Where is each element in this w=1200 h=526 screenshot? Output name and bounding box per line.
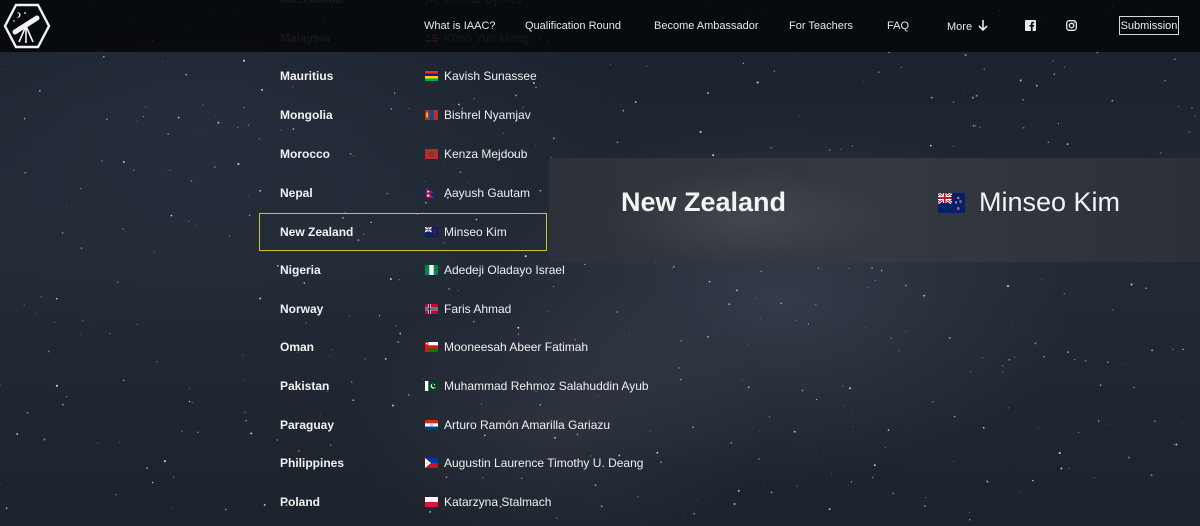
ambassador-name: Bishrel Nyamjav <box>444 108 531 122</box>
ambassador-row-mauritius: Mauritius Kavish Sunassee <box>260 58 760 96</box>
ambassador-name: Augustin Laurence Timothy U. Deang <box>444 456 644 470</box>
morocco-flag-icon <box>425 149 438 159</box>
country-name: Oman <box>280 340 315 354</box>
ambassador-name: Minseo Kim <box>444 225 507 239</box>
pakistan-flag-icon <box>425 381 438 391</box>
country-name: Morocco <box>280 147 331 161</box>
zoom-callout-panel: New Zealand Minseo Kim <box>549 158 1200 262</box>
new-zealand-flag-icon <box>425 227 438 237</box>
mauritius-flag-icon <box>425 71 438 81</box>
nav-more[interactable]: More <box>947 20 988 33</box>
nigeria-flag-icon <box>425 265 438 275</box>
zoom-ambassador-name: Minseo Kim <box>979 187 1121 217</box>
nav-for-teachers[interactable]: For Teachers <box>789 20 853 32</box>
country-name: Mongolia <box>280 108 333 122</box>
ambassador-row-new-zealand: New Zealand Minseo Kim <box>259 213 547 251</box>
nav-become-ambassador[interactable]: Become Ambassador <box>654 20 759 32</box>
nav-qualification-round[interactable]: Qualification Round <box>525 20 621 32</box>
country-name: New Zealand <box>280 225 354 239</box>
ambassador-name: Arturo Ramón Amarilla Gariazu <box>444 418 611 432</box>
main-nav: What is IAAC? Qualification Round Become… <box>0 0 1200 52</box>
mongolia-flag-icon <box>425 110 438 120</box>
ambassador-name: Faris Ahmad <box>444 302 512 316</box>
ambassador-row-philippines: Philippines Augustin Laurence Timothy U. … <box>260 445 760 483</box>
nav-faq[interactable]: FAQ <box>887 20 909 32</box>
page: What is IAAC? Qualification Round Become… <box>0 0 1200 526</box>
ambassador-name: Adedeji Oladayo Israel <box>444 263 565 277</box>
ambassador-row-norway: Norway Faris Ahmad <box>260 291 760 329</box>
ambassador-name: Aayush Gautam <box>444 186 531 200</box>
zoom-country-name: New Zealand <box>621 187 787 217</box>
country-name: Nigeria <box>280 263 321 277</box>
oman-flag-icon <box>425 342 438 352</box>
ambassador-row-oman: Oman Mooneesah Abeer Fatimah <box>260 329 760 367</box>
submission-button[interactable]: Submission <box>1119 16 1179 35</box>
nav-what-is-iaac[interactable]: What is IAAC? <box>424 20 496 32</box>
paraguay-flag-icon <box>425 420 438 430</box>
country-name: Nepal <box>280 186 313 200</box>
instagram-icon[interactable] <box>1066 20 1077 31</box>
country-name: Mauritius <box>280 69 334 83</box>
facebook-icon[interactable] <box>1025 20 1036 31</box>
nepal-flag-icon <box>425 188 437 198</box>
nav-more-label: More <box>947 21 973 33</box>
new-zealand-flag-icon <box>938 193 965 213</box>
poland-flag-icon <box>425 497 438 507</box>
ambassador-name: Muhammad Rehmoz Salahuddin Ayub <box>444 379 649 393</box>
country-name: Paraguay <box>280 418 335 432</box>
norway-flag-icon <box>425 304 438 314</box>
country-name: Poland <box>280 495 321 509</box>
country-name: Pakistan <box>280 379 330 393</box>
ambassador-name: Kenza Mejdoub <box>444 147 528 161</box>
country-name: Philippines <box>280 456 345 470</box>
arrow-down-icon <box>978 20 988 32</box>
ambassador-name: Kavish Sunassee <box>444 69 537 83</box>
ambassador-row-poland: Poland Katarzyna Stalmach <box>260 484 760 522</box>
top-nav-bar: What is IAAC? Qualification Round Become… <box>0 0 1200 52</box>
ambassador-row-pakistan: Pakistan Muhammad Rehmoz Salahuddin Ayub <box>260 368 760 406</box>
philippines-flag-icon <box>425 458 438 468</box>
ambassador-name: Katarzyna Stalmach <box>444 495 552 509</box>
country-name: Norway <box>280 302 324 316</box>
ambassador-name: Mooneesah Abeer Fatimah <box>444 340 589 354</box>
ambassador-row-paraguay: Paraguay Arturo Ramón Amarilla Gariazu <box>260 407 760 445</box>
ambassador-row-mongolia: Mongolia Bishrel Nyamjav <box>260 97 760 135</box>
